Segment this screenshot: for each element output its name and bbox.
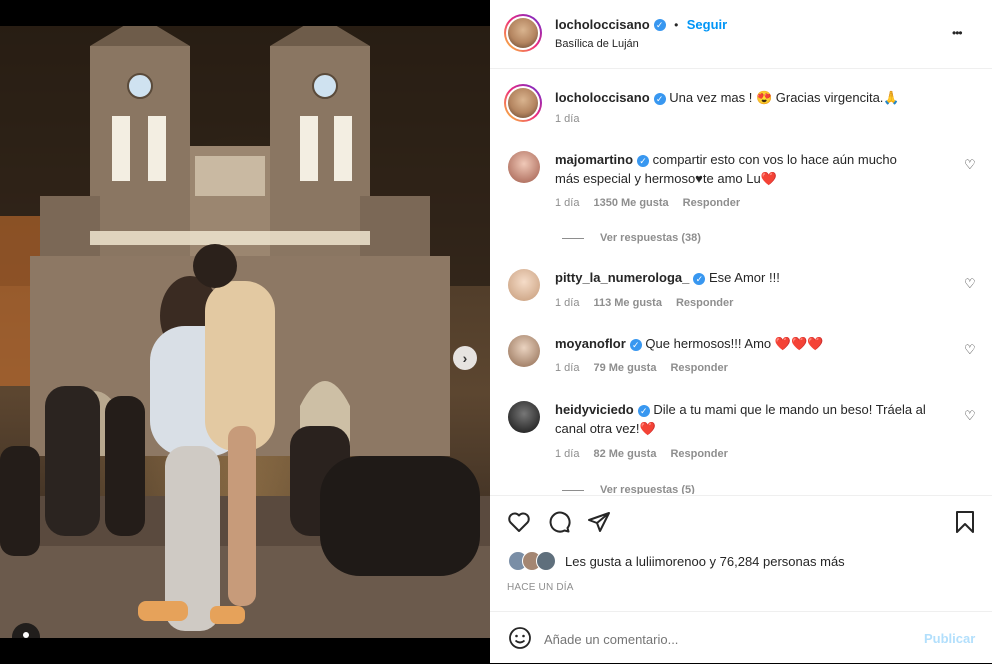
media-bottom-band [0,638,490,663]
likes-prefix: Les gusta a [565,554,636,569]
likes-summary[interactable]: Les gusta a luliimorenoo y 76,284 person… [565,554,845,569]
caption: locholoccisano ✓ Una vez mas ! 😍 Gracias … [555,88,900,107]
verified-badge-icon: ✓ [629,338,642,351]
comment-time: 1 día [555,297,580,309]
more-options-button[interactable]: ••• [952,26,963,40]
author-username[interactable]: locholoccisano [555,17,650,32]
comment-meta: 1 día 113 Me gusta Responder [555,297,733,309]
paper-plane-icon[interactable] [587,510,611,534]
reply-button[interactable]: Responder [676,297,733,309]
comment-avatar[interactable] [508,151,540,183]
bookmark-icon[interactable] [954,510,976,534]
comment-text: Ese Amor !!! [709,270,780,285]
post-actions: Les gusta a luliimorenoo y 76,284 person… [490,495,992,611]
post-header: locholoccisano ✓ • Seguir Basílica de Luj… [490,0,992,69]
comment-input[interactable] [542,626,886,652]
comment-meta: 1 día 82 Me gusta Responder [555,448,728,460]
comment-username[interactable]: moyanoflor [555,336,626,351]
comment-likes[interactable]: 82 Me gusta [593,448,656,460]
verified-badge-icon: ✓ [653,18,666,31]
comment-bubble-icon[interactable] [547,510,571,534]
author-avatar[interactable] [504,14,542,52]
chevron-right-icon: › [462,350,468,366]
header-separator: • [674,18,679,32]
comment-3: moyanoflor ✓ Que hermosos!!! Amo ❤️❤️❤️ [555,334,823,353]
comment-like-icon[interactable]: ♡ [964,342,976,358]
comment-avatar[interactable] [508,335,540,367]
comment-avatar[interactable] [508,401,540,433]
caption-text: Una vez mas ! 😍 Gracias virgencita.🙏 [669,90,900,105]
comment-avatar[interactable] [508,269,540,301]
view-replies-button[interactable]: Ver respuestas (5) [600,480,695,494]
follow-button[interactable]: Seguir [687,17,727,32]
replies-line [562,238,584,239]
comment-time: 1 día [555,448,580,460]
post-detail-panel: locholoccisano ✓ • Seguir Basílica de Luj… [490,0,992,663]
verified-badge-icon: ✓ [653,92,666,105]
comment-username[interactable]: pitty_la_numerologa_ [555,270,689,285]
verified-badge-icon: ✓ [637,154,650,167]
caption-avatar[interactable] [504,84,542,122]
comment-2: pitty_la_numerologa_ ✓ Ese Amor !!! [555,268,780,287]
add-comment-bar: Publicar [490,611,992,664]
comment-likes[interactable]: 113 Me gusta [593,297,661,309]
reply-button[interactable]: Responder [670,362,727,374]
comment-text: canal otra vez!❤️ [555,421,656,436]
comment-like-icon[interactable]: ♡ [964,408,976,424]
comment-like-icon[interactable]: ♡ [964,157,976,173]
smiley-icon[interactable] [508,626,532,650]
replies-line [562,490,584,491]
view-replies-clip: Ver respuestas (5) [600,480,695,494]
comment-like-icon[interactable]: ♡ [964,276,976,292]
heart-outline-icon[interactable] [507,510,531,534]
user-tag-icon [23,632,29,638]
post-location[interactable]: Basílica de Luján [555,38,639,50]
comment-text: Dile a tu mami que le mando un beso! Trá… [653,402,926,417]
comment-1: majomartino ✓ compartir esto con vos lo h… [555,150,935,188]
caption-time: 1 día [555,113,580,125]
reply-button[interactable]: Responder [670,448,727,460]
comment-text: Que hermosos!!! Amo ❤️❤️❤️ [645,336,824,351]
publish-button[interactable]: Publicar [924,631,975,646]
view-replies-button[interactable]: Ver respuestas (38) [600,232,701,244]
comment-time: 1 día [555,197,580,209]
comment-meta: 1 día 1350 Me gusta Responder [555,197,740,209]
verified-badge-icon: ✓ [693,272,706,285]
comment-username[interactable]: majomartino [555,152,633,167]
liker-avatars[interactable] [508,551,562,571]
comment-4: heidyviciedo ✓ Dile a tu mami que le mand… [555,400,945,438]
comment-text: más especial y hermoso♥te amo Lu❤️ [555,171,777,186]
comment-likes[interactable]: 79 Me gusta [593,362,656,374]
reply-button[interactable]: Responder [683,197,740,209]
post-timestamp[interactable]: HACE UN DÍA [507,582,574,593]
comment-username[interactable]: heidyviciedo [555,402,634,417]
likes-suffix: y 76,284 personas más [705,554,845,569]
comment-time: 1 día [555,362,580,374]
cathedral-illustration [0,26,490,638]
comment-meta: 1 día 79 Me gusta Responder [555,362,728,374]
comment-text: compartir esto con vos lo hace aún mucho [652,152,897,167]
likes-user[interactable]: luliimorenoo [636,554,706,569]
post-photo[interactable]: › [0,26,490,638]
caption-username[interactable]: locholoccisano [555,90,650,105]
media-top-band [0,0,490,26]
comment-likes[interactable]: 1350 Me gusta [593,197,668,209]
verified-badge-icon: ✓ [637,404,650,417]
next-image-button[interactable]: › [453,346,477,370]
